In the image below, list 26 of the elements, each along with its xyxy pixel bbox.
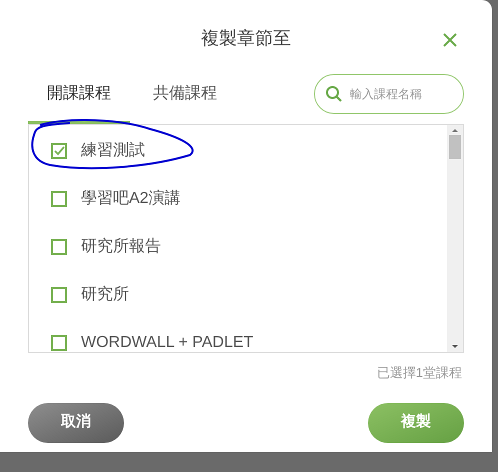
scrollbar[interactable] (447, 125, 463, 352)
checkbox[interactable] (51, 287, 67, 303)
search-icon (325, 85, 343, 103)
course-name: WORDWALL + PADLET (81, 333, 254, 352)
course-name: 研究所 (81, 284, 129, 305)
course-item[interactable]: WORDWALL + PADLET (51, 319, 447, 352)
course-item[interactable]: 練習測試 (51, 127, 447, 175)
checkbox[interactable] (51, 191, 67, 207)
course-name: 研究所報告 (81, 236, 161, 257)
checkbox[interactable] (51, 143, 67, 159)
course-name: 練習測試 (81, 140, 145, 161)
dialog-title: 複製章節至 (201, 27, 291, 50)
course-item[interactable]: 學習吧A2演講 (51, 175, 447, 223)
search-field[interactable]: 輸入課程名稱 (314, 74, 464, 114)
tab[interactable]: 共備課程 (130, 78, 240, 124)
course-item[interactable]: 研究所報告 (51, 223, 447, 271)
selection-count: 已選擇1堂課程 (376, 364, 462, 382)
tab[interactable]: 開課課程 (28, 78, 130, 124)
check-icon (53, 145, 65, 157)
checkbox[interactable] (51, 239, 67, 255)
course-item[interactable]: 研究所 (51, 271, 447, 319)
close-icon (442, 32, 458, 48)
scrollbar-thumb[interactable] (449, 135, 461, 159)
checkbox[interactable] (51, 335, 67, 351)
cancel-button[interactable]: 取消 (28, 402, 124, 442)
course-name: 學習吧A2演講 (81, 188, 181, 209)
